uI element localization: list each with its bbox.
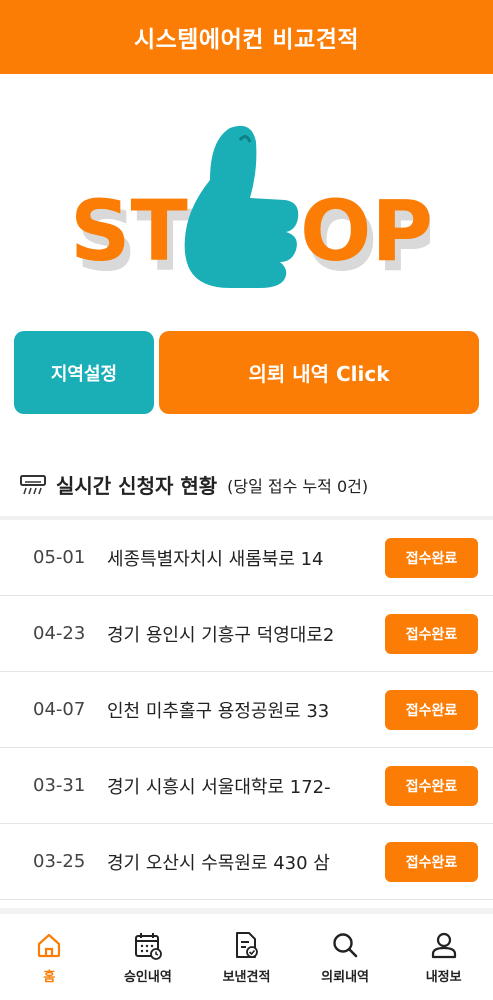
status-badge: 접수완료 — [385, 537, 478, 578]
request-history-button[interactable]: 의뢰 내역 Click — [159, 331, 479, 414]
home-icon — [38, 933, 61, 957]
app-header: 시스템에어컨 비교견적 — [0, 0, 493, 74]
thumbs-up-icon — [184, 125, 299, 288]
applicant-list: 05-01 세종특별자치시 새롬북로 14 접수완료 04-23 경기 용인시 … — [0, 516, 493, 900]
row-address: 인천 미추홀구 용정공원로 33 — [107, 700, 330, 722]
row-address: 경기 오산시 수목원로 430 삼 — [107, 852, 330, 874]
nav-sent-quotes[interactable]: 보낸견적 — [197, 914, 296, 1000]
nav-home[interactable]: 홈 — [0, 914, 99, 1000]
row-address: 세종특별자치시 새롬북로 14 — [107, 548, 324, 570]
status-badge: 접수완료 — [385, 841, 478, 882]
section-subtitle: (당일 접수 누적 0건) — [227, 476, 369, 496]
status-badge: 접수완료 — [385, 689, 478, 730]
row-address: 경기 시흥시 서울대학로 172- — [107, 776, 331, 798]
page-title: 시스템에어컨 비교견적 — [133, 27, 360, 53]
logo-text-right: OP — [300, 182, 430, 280]
logo-text-left: ST — [70, 182, 188, 280]
nav-my-info-label: 내정보 — [425, 969, 462, 985]
nav-home-label: 홈 — [43, 969, 56, 985]
nav-requests-label: 의뢰내역 — [321, 969, 369, 985]
air-conditioner-icon — [20, 474, 46, 494]
list-item[interactable]: 03-25 경기 오산시 수목원로 430 삼 접수완료 — [0, 824, 493, 900]
row-date: 04-23 — [33, 623, 86, 644]
row-date: 04-07 — [33, 699, 86, 720]
section-title: 실시간 신청자 현황 — [56, 474, 218, 498]
row-address: 경기 용인시 기흥구 덕영대로2 — [107, 624, 335, 646]
bottom-navigation: 홈 승인내역 보낸견적 의뢰내역 내정보 — [0, 908, 493, 1000]
list-item[interactable]: 04-07 인천 미추홀구 용정공원로 33 접수완료 — [0, 672, 493, 748]
list-item[interactable]: 04-23 경기 용인시 기흥구 덕영대로2 접수완료 — [0, 596, 493, 672]
calendar-icon — [134, 932, 162, 960]
list-item[interactable]: 05-01 세종특별자치시 새롬북로 14 접수완료 — [0, 520, 493, 596]
list-item[interactable]: 03-31 경기 시흥시 서울대학로 172- 접수완료 — [0, 748, 493, 824]
action-buttons: 지역설정 의뢰 내역 Click — [14, 331, 479, 414]
status-badge: 접수완료 — [385, 765, 478, 806]
nav-my-info[interactable]: 내정보 — [394, 914, 493, 1000]
nav-sent-quotes-label: 보낸견적 — [222, 969, 271, 985]
document-check-icon — [236, 931, 259, 958]
search-icon — [333, 932, 358, 957]
row-date: 03-31 — [33, 775, 86, 796]
nav-requests[interactable]: 의뢰내역 — [296, 914, 395, 1000]
row-date: 05-01 — [33, 547, 86, 568]
user-icon — [431, 932, 456, 958]
region-setting-button[interactable]: 지역설정 — [14, 331, 154, 414]
row-date: 03-25 — [33, 851, 86, 872]
nav-approvals[interactable]: 승인내역 — [99, 914, 198, 1000]
nav-approvals-label: 승인내역 — [123, 969, 172, 985]
realtime-applicants-heading: 실시간 신청자 현황 (당일 접수 누적 0건) — [20, 470, 368, 499]
stop-logo: ST ST OP OP — [70, 125, 430, 290]
status-badge: 접수완료 — [385, 613, 478, 654]
